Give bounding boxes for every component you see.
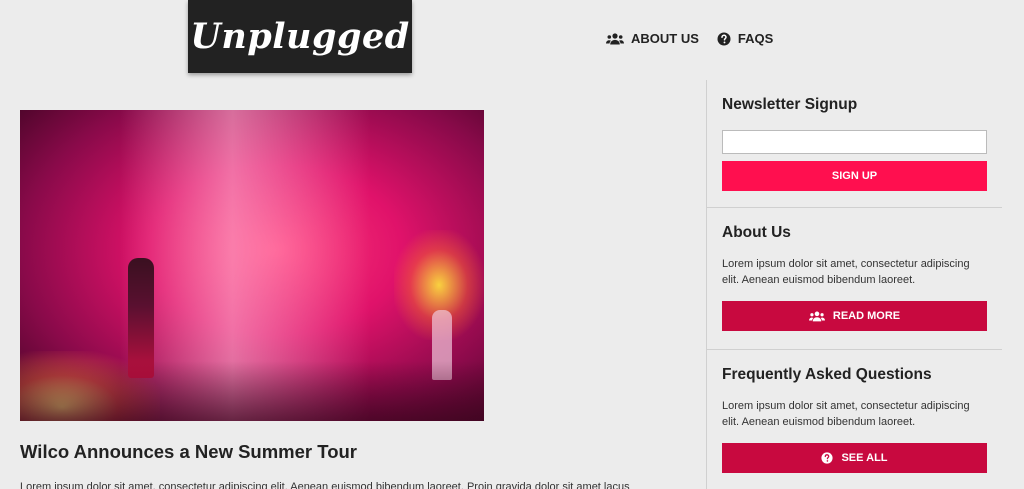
nav-item-about-us[interactable]: ABOUT US xyxy=(606,31,699,46)
about-widget: About Us Lorem ipsum dolor sit amet, con… xyxy=(707,208,1002,350)
question-circle-icon xyxy=(821,452,834,464)
button-label: READ MORE xyxy=(832,310,901,322)
widget-body: Lorem ipsum dolor sit amet, consectetur … xyxy=(722,258,970,286)
widget-body: Lorem ipsum dolor sit amet, consectetur … xyxy=(722,400,970,428)
main-content: Wilco Announces a New Summer Tour Lorem … xyxy=(20,110,630,489)
users-icon xyxy=(808,311,825,321)
see-all-button[interactable]: SEE ALL xyxy=(722,443,987,473)
site-logo[interactable]: Unplugged xyxy=(188,0,412,73)
sign-up-button[interactable]: SIGN UP xyxy=(722,161,987,191)
nav-item-label: ABOUT US xyxy=(631,31,699,46)
newsletter-email-input[interactable] xyxy=(722,130,987,154)
nav-item-label: FAQS xyxy=(737,31,774,46)
read-more-button[interactable]: READ MORE xyxy=(722,301,987,331)
hero-image[interactable] xyxy=(20,110,484,421)
newsletter-widget: Newsletter Signup SIGN UP xyxy=(707,80,1002,208)
question-circle-icon xyxy=(717,32,731,45)
hero-stage xyxy=(20,361,484,421)
widget-title: Frequently Asked Questions xyxy=(722,366,932,383)
hero-performer xyxy=(128,258,154,378)
button-label: SIGN UP xyxy=(831,170,878,182)
widget-title: Newsletter Signup xyxy=(722,96,858,113)
page: Unplugged ABOUT US FAQS Wilco Announces … xyxy=(0,0,1024,489)
button-label: SEE ALL xyxy=(841,452,888,464)
sidebar: Newsletter Signup SIGN UP About Us Lorem… xyxy=(706,80,1002,489)
article-headline[interactable]: Wilco Announces a New Summer Tour xyxy=(20,441,484,463)
faq-widget: Frequently Asked Questions Lorem ipsum d… xyxy=(707,350,1002,487)
widget-title: About Us xyxy=(722,224,791,241)
main-nav: ABOUT US FAQS xyxy=(606,31,773,46)
nav-item-faqs[interactable]: FAQS xyxy=(717,31,773,46)
users-icon xyxy=(606,32,624,44)
logo-text: Unplugged xyxy=(190,16,410,57)
article-excerpt: Lorem ipsum dolor sit amet, consectetur … xyxy=(20,481,630,489)
